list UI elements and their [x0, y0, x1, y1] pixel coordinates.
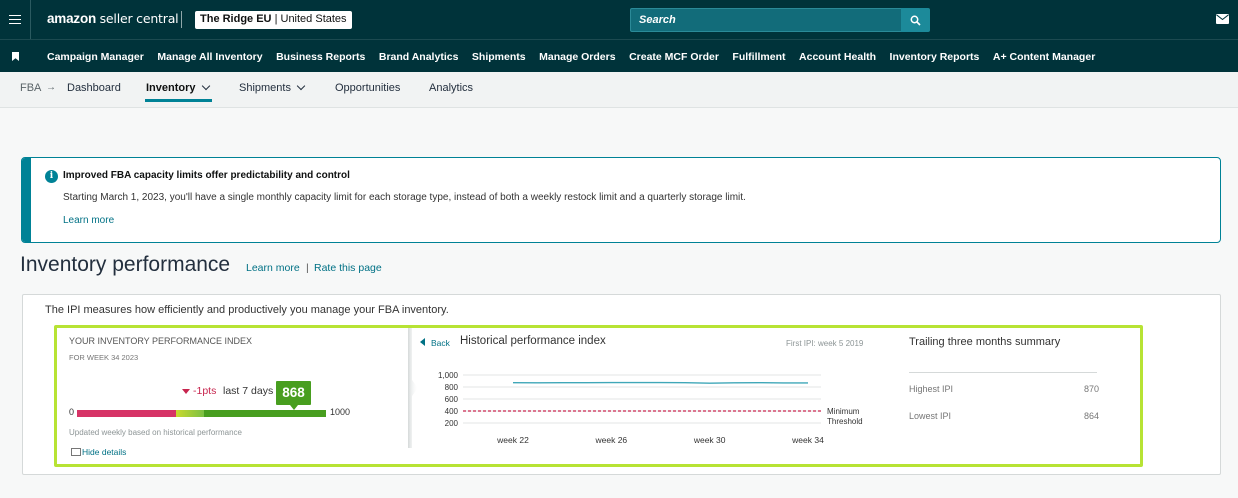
lowest-ipi-label: Lowest IPI: [909, 411, 952, 421]
nav-item-inventory-reports[interactable]: Inventory Reports: [890, 51, 980, 63]
highlighted-region: YOUR INVENTORY PERFORMANCE INDEX FOR WEE…: [54, 325, 1143, 467]
x-tick-label: week 34: [791, 435, 824, 445]
summary-divider-top: [909, 372, 1097, 373]
highest-ipi-label: Highest IPI: [909, 384, 954, 394]
x-tick-label: week 26: [594, 435, 627, 445]
first-ipi-note: First IPI: week 5 2019: [786, 339, 864, 348]
alert-title: Improved FBA capacity limits offer predi…: [63, 170, 350, 181]
nav-item-create-mcf-order[interactable]: Create MCF Order: [629, 51, 719, 63]
seller-central-logo[interactable]: amazon seller central: [47, 11, 179, 26]
account-region: United States: [280, 13, 347, 25]
lowest-ipi-value: 864: [1083, 411, 1099, 421]
tab-analytics[interactable]: Analytics: [429, 82, 473, 94]
nav-item-shipments[interactable]: Shipments: [472, 51, 526, 63]
threshold-label: Threshold: [827, 417, 863, 426]
breadcrumb-arrow-icon: →: [46, 82, 56, 93]
x-tick-label: week 30: [693, 435, 726, 445]
breadcrumb-fba[interactable]: FBA: [20, 82, 41, 94]
menu-icon[interactable]: [0, 0, 31, 39]
nav-bar: Campaign Manager Manage All Inventory Busi…: [0, 39, 1238, 72]
nav-item-manage-orders[interactable]: Manage Orders: [539, 51, 615, 63]
search-input[interactable]: Search: [630, 8, 901, 32]
tab-shipments[interactable]: Shipments: [239, 81, 306, 94]
tab-shipments-label: Shipments: [239, 82, 291, 94]
back-button[interactable]: Back: [420, 338, 450, 348]
learn-more-link[interactable]: Learn more: [246, 262, 300, 274]
ipi-description: The IPI measures how efficiently and pro…: [45, 304, 449, 316]
search-icon: [910, 15, 921, 26]
summary-row-lowest: Lowest IPI 864: [909, 411, 1099, 421]
active-tab-underline: [145, 99, 212, 102]
nav-item-business-reports[interactable]: Business Reports: [276, 51, 365, 63]
ipi-panel: YOUR INVENTORY PERFORMANCE INDEX FOR WEE…: [57, 328, 411, 464]
mail-icon[interactable]: [1216, 14, 1229, 24]
gauge-max-label: 1000: [330, 407, 351, 417]
ipi-updated-note: Updated weekly based on historical perfo…: [69, 428, 242, 437]
y-tick-label: 400: [445, 407, 459, 416]
nav-item-a-content-manager[interactable]: A+ Content Manager: [993, 51, 1095, 63]
tab-inventory[interactable]: Inventory: [146, 81, 210, 94]
tab-dashboard[interactable]: Dashboard: [67, 82, 121, 94]
collapse-icon: [71, 448, 81, 456]
x-tick-label: week 22: [496, 435, 529, 445]
account-store: The Ridge EU: [200, 13, 272, 25]
sub-nav: FBA → Dashboard Inventory Shipments Oppo…: [0, 72, 1238, 108]
info-alert: i Improved FBA capacity limits offer pre…: [21, 157, 1221, 243]
nav-item-campaign-manager[interactable]: Campaign Manager: [47, 51, 144, 63]
account-switcher[interactable]: The Ridge EU | United States: [195, 11, 352, 29]
nav-item-fulfillment[interactable]: Fulfillment: [732, 51, 785, 63]
historical-chart: 1,000 800 600 400 200 MinimumThreshold week 22…: [438, 371, 863, 445]
hide-details-label: Hide details: [82, 447, 127, 457]
alert-learn-more-link[interactable]: Learn more: [63, 215, 114, 226]
hide-details-link[interactable]: Hide details: [71, 447, 126, 457]
chevron-down-icon: [296, 81, 306, 91]
y-tick-label: 800: [445, 383, 459, 392]
nav-item-account-health[interactable]: Account Health: [799, 51, 876, 63]
info-icon: i: [45, 170, 58, 183]
nav-items: Campaign Manager Manage All Inventory Busi…: [47, 40, 1109, 73]
ipi-score-badge: 868: [276, 381, 311, 405]
alert-accent-bar: [22, 158, 31, 242]
ipi-week: FOR WEEK 34 2023: [69, 353, 139, 362]
ipi-heading: YOUR INVENTORY PERFORMANCE INDEX: [69, 336, 253, 346]
gauge-high-segment: [204, 410, 326, 417]
top-bar: amazon seller central The Ridge EU | Uni…: [0, 0, 1238, 39]
tab-opportunities[interactable]: Opportunities: [335, 82, 400, 94]
trailing-title: Trailing three months summary: [909, 336, 1061, 348]
search-button[interactable]: [901, 8, 930, 32]
summary-row-highest: Highest IPI 870: [909, 384, 1099, 394]
ipi-change: -1pts: [193, 385, 217, 397]
bookmark-icon[interactable]: [12, 52, 19, 61]
historical-title: Historical performance index: [460, 335, 606, 347]
trailing-summary: Trailing three months summary Highest IP…: [909, 328, 1139, 464]
y-tick-label: 600: [445, 395, 459, 404]
nav-item-brand-analytics[interactable]: Brand Analytics: [379, 51, 459, 63]
chevron-down-icon: [201, 81, 210, 91]
logo-divider: [181, 11, 182, 28]
threshold-label: Minimum: [827, 407, 860, 416]
highest-ipi-value: 870: [1083, 384, 1099, 394]
ipi-change-period: last 7 days: [223, 385, 274, 397]
ipi-gauge: [77, 410, 326, 417]
gauge-mid-segment: [176, 410, 204, 417]
gauge-low-segment: [77, 410, 176, 417]
alert-body: Starting March 1, 2023, you'll have a si…: [63, 192, 746, 203]
nav-item-manage-all-inventory[interactable]: Manage All Inventory: [157, 51, 262, 63]
down-arrow-icon: [182, 389, 190, 394]
y-tick-label: 200: [445, 419, 459, 428]
historical-panel: Back Historical performance index First …: [413, 328, 893, 464]
y-tick-label: 1,000: [438, 371, 459, 380]
ipi-card: The IPI measures how efficiently and pro…: [22, 294, 1221, 475]
page-title: Inventory performance: [20, 253, 231, 276]
gauge-min-label: 0: [69, 407, 75, 417]
ipi-series-line: [512, 381, 808, 384]
link-separator: |: [306, 262, 309, 274]
rate-this-page-link[interactable]: Rate this page: [314, 262, 382, 274]
tab-inventory-label: Inventory: [146, 82, 196, 94]
